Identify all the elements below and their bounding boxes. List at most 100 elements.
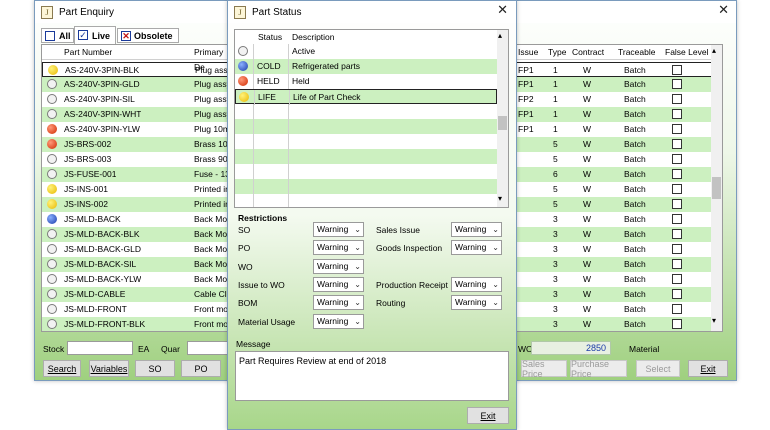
- table-row[interactable]: JS-BRS-002 Brass 10m: [42, 137, 235, 152]
- restriction-select[interactable]: Warning ⌄: [451, 240, 502, 255]
- false-level-checkbox[interactable]: [672, 65, 682, 75]
- scroll-up-icon[interactable]: ▴: [712, 46, 716, 55]
- po-button[interactable]: PO: [181, 360, 221, 377]
- table-row[interactable]: AS-240V-3PIN-BLK Plug assy: [42, 62, 235, 77]
- false-level-checkbox[interactable]: [672, 124, 682, 134]
- col-header-traceable[interactable]: Traceable: [618, 45, 655, 60]
- table-row[interactable]: FP1 1 W Batch: [515, 62, 722, 77]
- list-item[interactable]: [235, 104, 497, 119]
- list-item[interactable]: [235, 179, 497, 194]
- tab-live[interactable]: ✓ Live: [74, 26, 116, 44]
- table-row[interactable]: 5 W Batch: [515, 197, 722, 212]
- table-row[interactable]: JS-FUSE-001 Fuse - 13: [42, 167, 235, 182]
- false-level-checkbox[interactable]: [672, 154, 682, 164]
- parts-grid-scrollbar[interactable]: ▴ ▾: [711, 45, 722, 331]
- select-button[interactable]: Select: [636, 360, 680, 377]
- false-level-checkbox[interactable]: [672, 139, 682, 149]
- sales-price-button[interactable]: Sales Price: [521, 359, 567, 379]
- table-row[interactable]: JS-MLD-BACK-GLD Back Moul: [42, 242, 235, 257]
- false-level-checkbox[interactable]: [672, 214, 682, 224]
- scroll-down-icon[interactable]: ▾: [712, 316, 716, 325]
- false-level-checkbox[interactable]: [672, 109, 682, 119]
- table-row[interactable]: 3 W Batch: [515, 257, 722, 272]
- false-level-checkbox[interactable]: [672, 169, 682, 179]
- table-row[interactable]: JS-MLD-FRONT-BLK Front mou: [42, 317, 235, 331]
- wo-field[interactable]: 2850: [531, 341, 611, 355]
- restriction-select[interactable]: Warning ⌄: [313, 314, 364, 329]
- tab-obsolete[interactable]: ✕ Obsolete: [117, 28, 179, 43]
- status-list-scrollbar[interactable]: ▴ ▾: [497, 30, 508, 207]
- table-row[interactable]: 3 W Batch: [515, 287, 722, 302]
- col-header-issue[interactable]: Issue: [518, 45, 538, 60]
- table-row[interactable]: FP1 1 W Batch: [515, 122, 722, 137]
- restriction-select[interactable]: Warning ⌄: [451, 295, 502, 310]
- false-level-checkbox[interactable]: [672, 304, 682, 314]
- list-item[interactable]: [235, 149, 497, 164]
- table-row[interactable]: JS-MLD-CABLE Cable Clar: [42, 287, 235, 302]
- restriction-select[interactable]: Warning ⌄: [313, 240, 364, 255]
- table-row[interactable]: FP1 1 W Batch: [515, 77, 722, 92]
- list-item[interactable]: [235, 164, 497, 179]
- table-row[interactable]: JS-MLD-BACK-SIL Back Moul: [42, 257, 235, 272]
- list-item[interactable]: Active: [235, 44, 497, 59]
- scroll-thumb[interactable]: [712, 177, 721, 199]
- table-row[interactable]: 3 W Batch: [515, 212, 722, 227]
- table-row[interactable]: 5 W Batch: [515, 152, 722, 167]
- false-level-checkbox[interactable]: [672, 199, 682, 209]
- restriction-select[interactable]: Warning ⌄: [451, 277, 502, 292]
- table-row[interactable]: AS-240V-3PIN-WHT Plug assy: [42, 107, 235, 122]
- so-button[interactable]: SO: [135, 360, 175, 377]
- close-icon[interactable]: ✕: [718, 4, 729, 18]
- scroll-down-icon[interactable]: ▾: [498, 194, 502, 203]
- table-row[interactable]: 5 W Batch: [515, 182, 722, 197]
- table-row[interactable]: JS-MLD-BACK-BLK Back Moul: [42, 227, 235, 242]
- restriction-select[interactable]: Warning ⌄: [451, 222, 502, 237]
- quar-field[interactable]: [187, 341, 229, 355]
- scroll-up-icon[interactable]: ▴: [498, 31, 502, 40]
- table-row[interactable]: AS-240V-3PIN-GLD Plug assy: [42, 77, 235, 92]
- table-row[interactable]: JS-INS-001 Printed ins: [42, 182, 235, 197]
- table-row[interactable]: 5 W Batch: [515, 137, 722, 152]
- list-item[interactable]: [235, 194, 497, 207]
- col-header-contract[interactable]: Contract: [572, 45, 604, 60]
- false-level-checkbox[interactable]: [672, 274, 682, 284]
- list-item[interactable]: [235, 119, 497, 134]
- dialog-exit-button[interactable]: Exit: [467, 407, 509, 424]
- table-row[interactable]: FP1 1 W Batch: [515, 107, 722, 122]
- col-header-description[interactable]: Description: [292, 30, 335, 45]
- restriction-select[interactable]: Warning ⌄: [313, 259, 364, 274]
- restriction-select[interactable]: Warning ⌄: [313, 295, 364, 310]
- table-row[interactable]: JS-INS-002 Printed ins: [42, 197, 235, 212]
- list-item[interactable]: COLD Refrigerated parts: [235, 59, 497, 74]
- table-row[interactable]: 3 W Batch: [515, 242, 722, 257]
- status-list[interactable]: Status Description Active COLD Refrigerate…: [234, 29, 509, 208]
- variables-button[interactable]: Variables: [89, 360, 129, 377]
- false-level-checkbox[interactable]: [672, 289, 682, 299]
- search-button[interactable]: Search: [43, 360, 81, 377]
- parts-grid-right[interactable]: Issue Type Contract Traceable False Leve…: [515, 44, 723, 332]
- table-row[interactable]: AS-240V-3PIN-SIL Plug assy: [42, 92, 235, 107]
- col-header-false-level[interactable]: False Level: [665, 45, 708, 60]
- false-level-checkbox[interactable]: [672, 319, 682, 329]
- table-row[interactable]: JS-MLD-FRONT Front mou: [42, 302, 235, 317]
- false-level-checkbox[interactable]: [672, 244, 682, 254]
- false-level-checkbox[interactable]: [672, 259, 682, 269]
- close-icon[interactable]: ✕: [497, 4, 508, 18]
- false-level-checkbox[interactable]: [672, 79, 682, 89]
- table-row[interactable]: FP2 1 W Batch: [515, 92, 722, 107]
- false-level-checkbox[interactable]: [672, 229, 682, 239]
- purchase-price-button[interactable]: Purchase Price: [570, 359, 627, 379]
- restriction-select[interactable]: Warning ⌄: [313, 222, 364, 237]
- stock-field[interactable]: [67, 341, 133, 355]
- table-row[interactable]: 3 W Batch: [515, 317, 722, 331]
- scroll-thumb[interactable]: [498, 116, 507, 130]
- restriction-select[interactable]: Warning ⌄: [313, 277, 364, 292]
- tab-all[interactable]: All: [41, 28, 74, 43]
- table-row[interactable]: 3 W Batch: [515, 272, 722, 287]
- col-header-status[interactable]: Status: [258, 30, 282, 45]
- table-row[interactable]: JS-BRS-003 Brass 90m: [42, 152, 235, 167]
- table-row[interactable]: AS-240V-3PIN-YLW Plug 10m: [42, 122, 235, 137]
- col-header-part-number[interactable]: Part Number: [64, 45, 112, 60]
- list-item[interactable]: HELD Held: [235, 74, 497, 89]
- table-row[interactable]: 6 W Batch: [515, 167, 722, 182]
